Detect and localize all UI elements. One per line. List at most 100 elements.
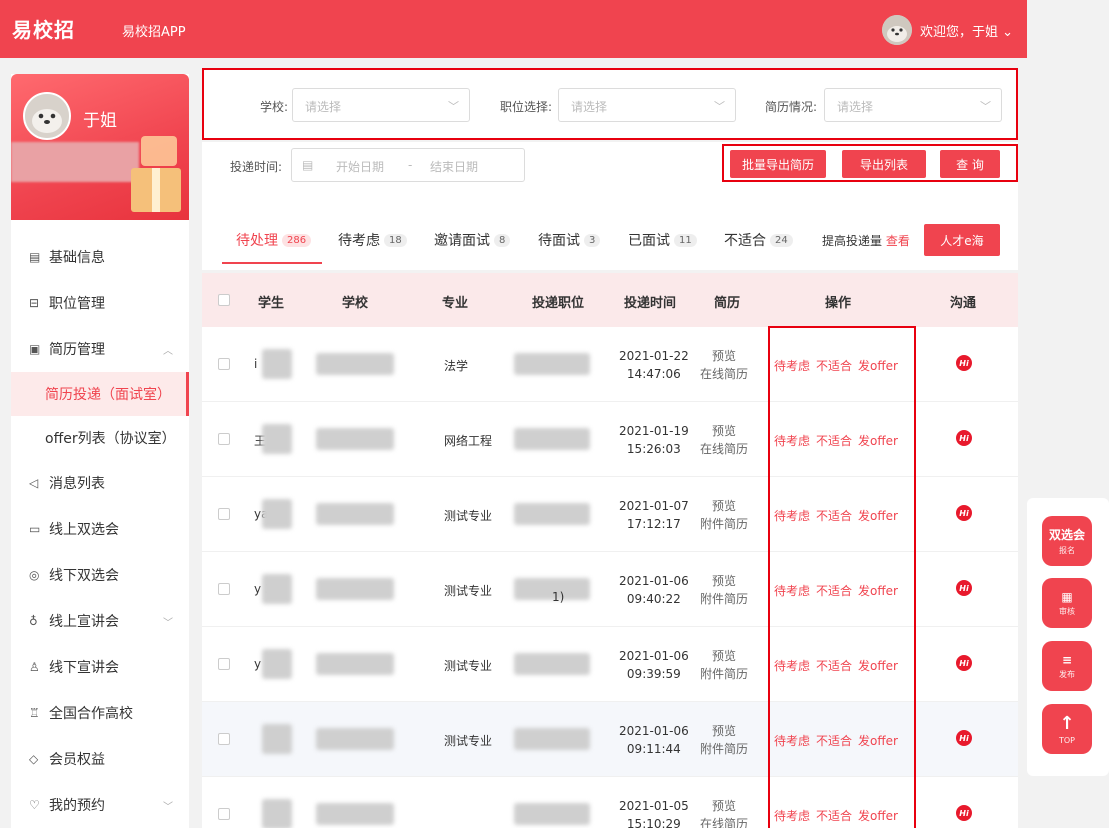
speaker-icon: ◁ bbox=[29, 476, 39, 490]
consider-action[interactable]: 待考虑 bbox=[774, 734, 810, 748]
user-menu[interactable]: 欢迎您，于姐 ⌄ bbox=[881, 15, 1013, 45]
send-offer-action[interactable]: 发offer bbox=[858, 359, 898, 373]
preview-link[interactable]: 预览 bbox=[712, 499, 736, 513]
school-select[interactable]: 请选择 ﹀ bbox=[292, 88, 470, 122]
unfit-action[interactable]: 不适合 bbox=[816, 584, 852, 598]
unfit-action[interactable]: 不适合 bbox=[816, 659, 852, 673]
tab-to-interview[interactable]: 待面试 3 bbox=[538, 230, 601, 250]
start-date[interactable]: 开始日期 bbox=[336, 158, 384, 175]
preview-link[interactable]: 预览 bbox=[712, 799, 736, 813]
unfit-action[interactable]: 不适合 bbox=[816, 809, 852, 823]
active-tab-indicator bbox=[222, 262, 322, 264]
menu-offline-talk[interactable]: ♙ 线下宣讲会 bbox=[11, 644, 189, 690]
batch-export-button[interactable]: 批量导出简历 bbox=[730, 150, 826, 178]
row-checkbox[interactable] bbox=[218, 358, 230, 370]
app-link[interactable]: 易校招APP bbox=[122, 21, 186, 40]
tab-unfit[interactable]: 不适合 24 bbox=[724, 230, 793, 250]
unfit-action[interactable]: 不适合 bbox=[816, 734, 852, 748]
boost-view-link[interactable]: 查看 bbox=[886, 234, 910, 248]
welcome-text[interactable]: 欢迎您，于姐 ⌄ bbox=[920, 21, 1013, 40]
resume-type-link[interactable]: 在线简历 bbox=[700, 442, 748, 456]
select-all-checkbox[interactable] bbox=[218, 294, 230, 306]
delivery-time: 2021-01-22 14:47:06 bbox=[619, 347, 689, 383]
side-menu: ▤ 基础信息 ⊟ 职位管理 ▣ 简历管理 ︿ 简历投递（面试室） offer列表（协议室… bbox=[11, 234, 189, 828]
menu-online-talk[interactable]: ♁ 线上宣讲会 ﹀ bbox=[11, 598, 189, 644]
avatar[interactable] bbox=[881, 15, 912, 45]
chat-hi-icon[interactable]: Hi bbox=[956, 580, 972, 596]
chat-hi-icon[interactable]: Hi bbox=[956, 505, 972, 521]
send-offer-action[interactable]: 发offer bbox=[858, 434, 898, 448]
back-to-top-button[interactable]: ↑ TOP bbox=[1042, 704, 1092, 754]
resume-type-link[interactable]: 附件简历 bbox=[700, 667, 748, 681]
menu-offline-fair[interactable]: ◎ 线下双选会 bbox=[11, 552, 189, 598]
chat-hi-icon[interactable]: Hi bbox=[956, 805, 972, 821]
send-offer-action[interactable]: 发offer bbox=[858, 734, 898, 748]
menu-member[interactable]: ◇ 会员权益 bbox=[11, 736, 189, 782]
unfit-action[interactable]: 不适合 bbox=[816, 359, 852, 373]
query-button[interactable]: 查 询 bbox=[940, 150, 1000, 178]
consider-action[interactable]: 待考虑 bbox=[774, 434, 810, 448]
consider-action[interactable]: 待考虑 bbox=[774, 509, 810, 523]
menu-my-booking[interactable]: ♡ 我的预约 ﹀ bbox=[11, 782, 189, 828]
preview-link[interactable]: 预览 bbox=[712, 349, 736, 363]
preview-link[interactable]: 预览 bbox=[712, 424, 736, 438]
tab-pending[interactable]: 待处理 286 bbox=[236, 230, 312, 250]
send-offer-action[interactable]: 发offer bbox=[858, 809, 898, 823]
unfit-action[interactable]: 不适合 bbox=[816, 509, 852, 523]
row-checkbox[interactable] bbox=[218, 733, 230, 745]
resume-links: 预览 在线简历 bbox=[700, 797, 748, 828]
consider-action[interactable]: 待考虑 bbox=[774, 359, 810, 373]
redacted-student bbox=[262, 574, 292, 604]
consider-action[interactable]: 待考虑 bbox=[774, 584, 810, 598]
video-icon: ▭ bbox=[29, 522, 41, 536]
menu-partner-schools[interactable]: ♖ 全国合作高校 bbox=[11, 690, 189, 736]
talent-sea-button[interactable]: 人才e海 bbox=[924, 224, 1000, 256]
export-list-button[interactable]: 导出列表 bbox=[842, 150, 926, 178]
row-checkbox[interactable] bbox=[218, 583, 230, 595]
date-range-picker[interactable]: ▤ 开始日期 - 结束日期 bbox=[291, 148, 525, 182]
row-actions: 待考虑 不适合 发offer bbox=[774, 657, 904, 674]
preview-link[interactable]: 预览 bbox=[712, 724, 736, 738]
menu-resume-mgmt[interactable]: ▣ 简历管理 ︿ bbox=[11, 326, 189, 372]
menu-job-mgmt[interactable]: ⊟ 职位管理 bbox=[11, 280, 189, 326]
preview-link[interactable]: 预览 bbox=[712, 649, 736, 663]
resume-type-link[interactable]: 在线简历 bbox=[700, 367, 748, 381]
decoration-icon bbox=[141, 136, 177, 166]
tab-consider[interactable]: 待考虑 18 bbox=[338, 230, 407, 250]
row-checkbox[interactable] bbox=[218, 508, 230, 520]
menu-online-fair[interactable]: ▭ 线上双选会 bbox=[11, 506, 189, 552]
chat-hi-icon[interactable]: Hi bbox=[956, 655, 972, 671]
row-checkbox[interactable] bbox=[218, 808, 230, 820]
send-offer-action[interactable]: 发offer bbox=[858, 659, 898, 673]
unfit-action[interactable]: 不适合 bbox=[816, 434, 852, 448]
table-row: 测试专业 2021-01-06 09:11:44 预览 附件简历 待考虑 不适合 发offer… bbox=[202, 702, 1018, 777]
resume-type-link[interactable]: 附件简历 bbox=[700, 517, 748, 531]
resume-type-link[interactable]: 在线简历 bbox=[700, 817, 748, 828]
consider-action[interactable]: 待考虑 bbox=[774, 809, 810, 823]
preview-link[interactable]: 预览 bbox=[712, 574, 736, 588]
row-checkbox[interactable] bbox=[218, 433, 230, 445]
resume-placeholder: 请选择 bbox=[837, 100, 874, 114]
review-button[interactable]: ▦ 审核 bbox=[1042, 578, 1092, 628]
send-offer-action[interactable]: 发offer bbox=[858, 509, 898, 523]
chat-hi-icon[interactable]: Hi bbox=[956, 355, 972, 371]
publish-button[interactable]: ≡ 发布 bbox=[1042, 641, 1092, 691]
row-checkbox[interactable] bbox=[218, 658, 230, 670]
chat-hi-icon[interactable]: Hi bbox=[956, 730, 972, 746]
menu-messages[interactable]: ◁ 消息列表 bbox=[11, 460, 189, 506]
consider-action[interactable]: 待考虑 bbox=[774, 659, 810, 673]
resume-type-link[interactable]: 附件简历 bbox=[700, 742, 748, 756]
tab-invite[interactable]: 邀请面试 8 bbox=[434, 230, 511, 250]
fair-signup-button[interactable]: 双选会 报名 bbox=[1042, 516, 1092, 566]
tab-interviewed[interactable]: 已面试 11 bbox=[628, 230, 697, 250]
end-date[interactable]: 结束日期 bbox=[430, 158, 478, 175]
menu-resume-delivery[interactable]: 简历投递（面试室） bbox=[11, 372, 189, 416]
resume-status-select[interactable]: 请选择 ﹀ bbox=[824, 88, 1002, 122]
job-select[interactable]: 请选择 ﹀ bbox=[558, 88, 736, 122]
chat-hi-icon[interactable]: Hi bbox=[956, 430, 972, 446]
resume-type-link[interactable]: 附件简历 bbox=[700, 592, 748, 606]
menu-basic-info[interactable]: ▤ 基础信息 bbox=[11, 234, 189, 280]
send-offer-action[interactable]: 发offer bbox=[858, 584, 898, 598]
menu-offer-list[interactable]: offer列表（协议室） bbox=[11, 416, 189, 460]
logo[interactable]: 易校招 bbox=[12, 14, 75, 43]
